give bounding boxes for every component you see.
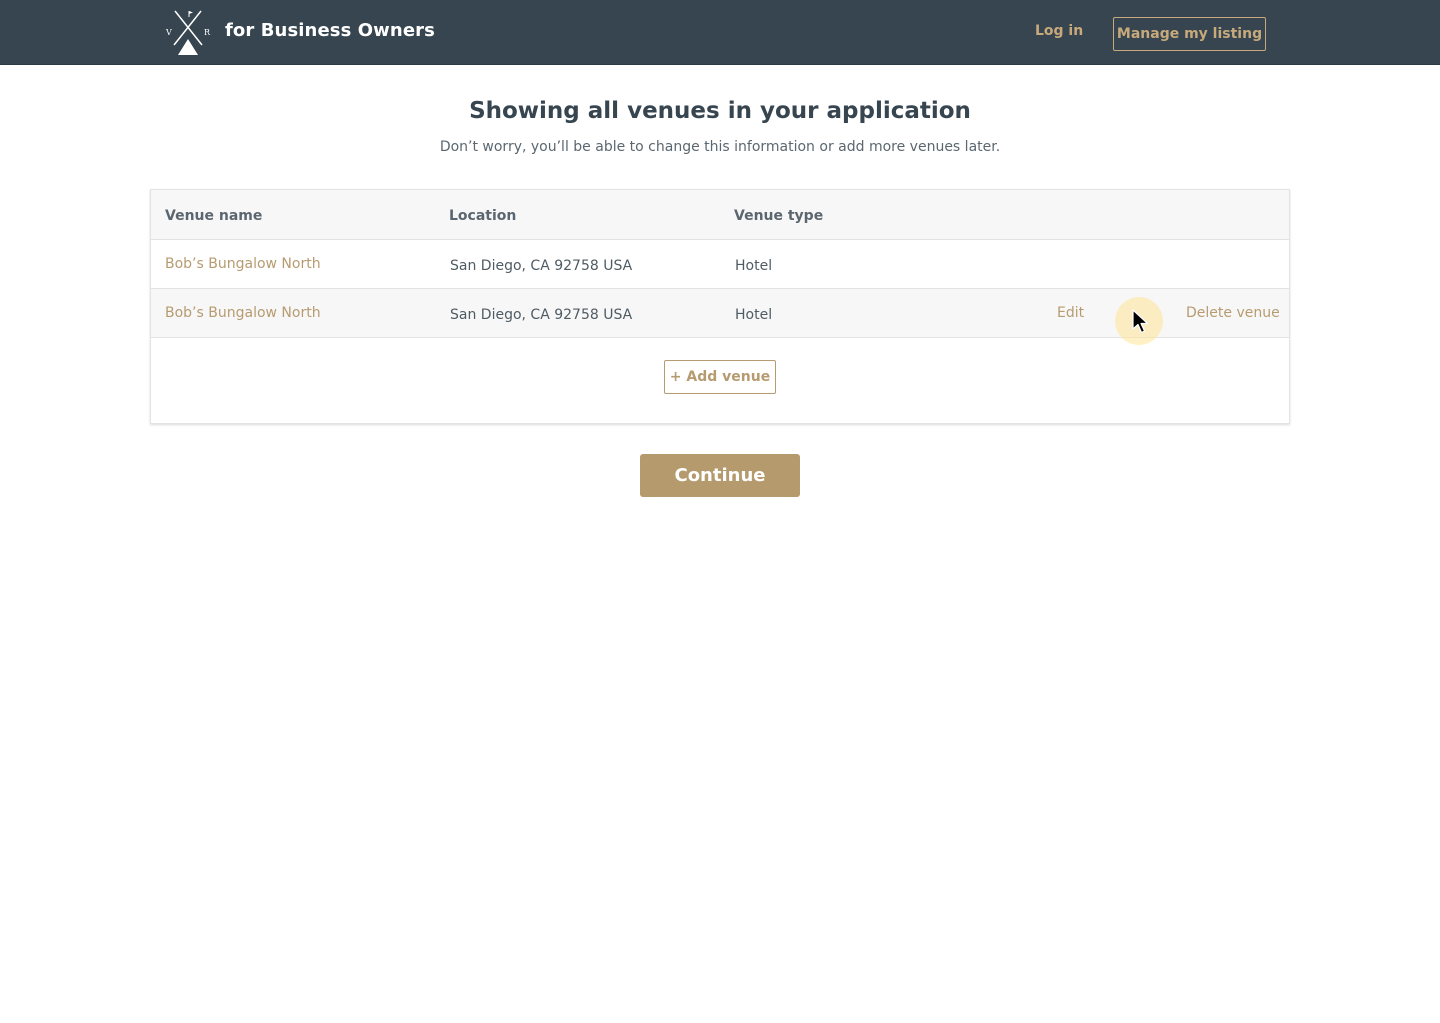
- logo-letter-r: R: [204, 28, 211, 37]
- venue-name-link[interactable]: Bob’s Bungalow North: [165, 256, 321, 272]
- delete-venue-link[interactable]: Delete venue: [1186, 305, 1280, 321]
- venue-report-logo-icon[interactable]: V R: [164, 9, 212, 57]
- column-header-location: Location: [449, 208, 517, 224]
- venue-location: San Diego, CA 92758 USA: [450, 307, 633, 323]
- brand-text: for Business Owners: [225, 20, 435, 41]
- venue-location: San Diego, CA 92758 USA: [450, 258, 633, 274]
- manage-listing-button[interactable]: Manage my listing: [1113, 17, 1266, 51]
- table-header: Venue name Location Venue type: [151, 190, 1289, 240]
- mouse-pointer-icon: [1132, 309, 1150, 335]
- table-row: Bob’s Bungalow North San Diego, CA 92758…: [151, 240, 1289, 289]
- logo-letter-v: V: [165, 28, 172, 37]
- venue-type: Hotel: [735, 258, 773, 274]
- venue-type: Hotel: [735, 307, 773, 323]
- venue-name-link[interactable]: Bob’s Bungalow North: [165, 305, 321, 321]
- column-header-venue-type: Venue type: [734, 208, 824, 224]
- page-title: Showing all venues in your application: [469, 98, 971, 124]
- edit-venue-link[interactable]: Edit: [1057, 305, 1084, 321]
- page-subtitle: Don’t worry, you’ll be able to change th…: [439, 139, 1001, 155]
- add-venue-button[interactable]: + Add venue: [664, 360, 776, 394]
- continue-button[interactable]: Continue: [640, 454, 800, 497]
- top-header: V R for Business Owners Log in Manage my…: [0, 0, 1440, 65]
- login-link[interactable]: Log in: [1035, 23, 1083, 39]
- column-header-venue-name: Venue name: [165, 208, 263, 224]
